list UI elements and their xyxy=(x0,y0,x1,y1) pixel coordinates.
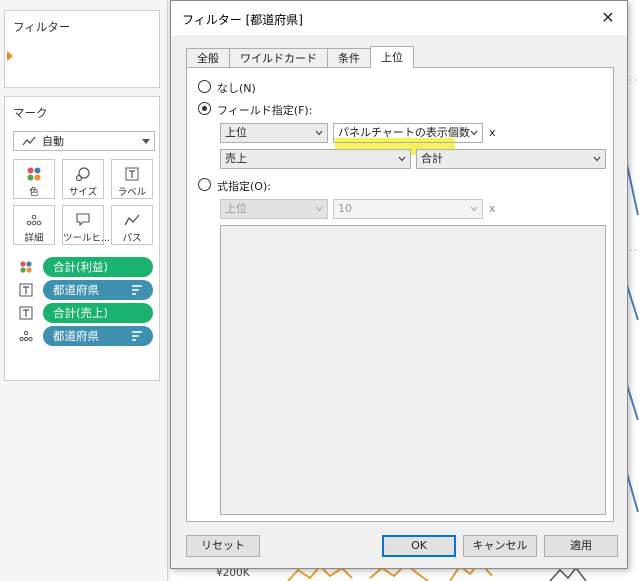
field-select[interactable]: 売上 xyxy=(220,149,411,169)
filters-shelf[interactable]: フィルター xyxy=(4,10,160,88)
formula-editor xyxy=(220,225,606,515)
chevron-down-icon xyxy=(593,156,601,162)
detail-icon xyxy=(19,330,33,342)
top-bottom-select[interactable]: 上位 xyxy=(220,123,328,143)
tooltip-icon xyxy=(76,213,90,227)
times-label: x xyxy=(489,126,496,139)
by-formula-radio-label: 式指定(O): xyxy=(217,180,271,193)
reset-button[interactable]: リセット xyxy=(186,535,260,557)
mark-type-dropdown[interactable]: 自動 xyxy=(13,131,155,151)
field-pill-prefecture[interactable]: 都道府県 xyxy=(43,280,153,300)
drop-indicator-icon xyxy=(7,51,13,61)
chevron-down-icon xyxy=(142,139,150,144)
field-pill-prefecture[interactable]: 都道府県 xyxy=(43,326,153,346)
tab-condition[interactable]: 条件 xyxy=(327,48,371,68)
by-field-radio[interactable] xyxy=(198,102,211,115)
label-icon xyxy=(125,167,139,181)
label-button[interactable]: ラベル xyxy=(111,159,153,199)
sort-icon xyxy=(132,285,142,295)
size-icon xyxy=(75,167,90,182)
tab-top[interactable]: 上位 xyxy=(370,46,414,68)
field-pill-sales-sum[interactable]: 合計(売上) xyxy=(43,303,153,323)
filters-shelf-title: フィルター xyxy=(13,20,71,34)
color-dots-icon xyxy=(20,261,32,273)
formula-count-select: 10 xyxy=(333,199,483,219)
detail-button-label: 詳細 xyxy=(24,233,44,244)
top-bottom-value: 上位 xyxy=(225,126,247,139)
none-radio-label: なし(N) xyxy=(217,82,256,95)
filter-dialog: フィルター [都道府県] ✕ 全般 ワイルドカード 条件 上位 なし(N) フィ… xyxy=(170,0,628,569)
marks-card: マーク 自動 色 サイズ ラベル 詳細 ツールヒ... パス 合計(利益) 都道… xyxy=(4,96,160,381)
count-select[interactable]: パネルチャートの表示個数 xyxy=(333,123,483,143)
by-field-radio-label: フィールド指定(F): xyxy=(217,104,313,117)
field-value: 売上 xyxy=(225,152,247,165)
left-sidebar: フィルター マーク 自動 色 サイズ ラベル 詳細 ツールヒ... パス 合計(… xyxy=(0,0,168,581)
size-button-label: サイズ xyxy=(68,187,98,198)
chevron-down-icon xyxy=(315,130,323,136)
none-radio[interactable] xyxy=(198,80,211,93)
tab-bar: 全般 ワイルドカード 条件 上位 xyxy=(186,46,414,68)
line-chart-icon xyxy=(22,136,36,146)
pill-label: 合計(売上) xyxy=(53,306,108,320)
formula-top-bottom-select: 上位 xyxy=(220,199,328,219)
pill-label: 都道府県 xyxy=(53,283,99,297)
pill-label: 都道府県 xyxy=(53,329,99,343)
detail-button[interactable]: 詳細 xyxy=(13,205,55,245)
mark-field-row: 合計(利益) xyxy=(13,257,159,277)
sort-icon xyxy=(132,331,142,341)
path-icon xyxy=(124,214,140,226)
tab-general[interactable]: 全般 xyxy=(186,48,230,68)
by-formula-radio[interactable] xyxy=(198,178,211,191)
formula-times-label: x xyxy=(489,202,496,215)
tooltip-button-label: ツールヒ... xyxy=(63,233,111,244)
dialog-titlebar: フィルター [都道府県] ✕ xyxy=(171,1,627,35)
size-button[interactable]: サイズ xyxy=(62,159,104,199)
color-button-label: 色 xyxy=(29,187,39,198)
color-dots-icon xyxy=(27,167,41,181)
field-pill-profit-sum[interactable]: 合計(利益) xyxy=(43,257,153,277)
formula-count-value: 10 xyxy=(338,202,352,215)
mark-field-row: 都道府県 xyxy=(13,280,159,300)
pill-label: 合計(利益) xyxy=(53,260,108,274)
tab-wildcard[interactable]: ワイルドカード xyxy=(229,48,328,68)
color-button[interactable]: 色 xyxy=(13,159,55,199)
formula-top-bottom-value: 上位 xyxy=(225,202,247,215)
marks-card-title: マーク xyxy=(13,106,48,120)
chevron-down-icon xyxy=(315,206,323,212)
mark-field-row: 都道府県 xyxy=(13,326,159,346)
mark-field-row: 合計(売上) xyxy=(13,303,159,323)
dialog-title: フィルター [都道府県] xyxy=(182,13,303,27)
label-button-label: ラベル xyxy=(117,187,147,198)
tooltip-button[interactable]: ツールヒ... xyxy=(62,205,111,245)
close-icon[interactable]: ✕ xyxy=(597,7,619,29)
label-icon xyxy=(19,306,33,320)
top-tab-panel: なし(N) フィールド指定(F): 上位 パネルチャートの表示個数 x 売上 合… xyxy=(186,67,614,522)
aggregation-select[interactable]: 合計 xyxy=(416,149,606,169)
count-value: パネルチャートの表示個数 xyxy=(338,126,470,139)
aggregation-value: 合計 xyxy=(421,152,443,165)
cancel-button[interactable]: キャンセル xyxy=(463,535,537,557)
path-button[interactable]: パス xyxy=(111,205,153,245)
label-icon xyxy=(19,283,33,297)
chevron-down-icon xyxy=(470,206,478,212)
mark-type-label: 自動 xyxy=(42,135,64,148)
path-button-label: パス xyxy=(122,233,142,244)
detail-icon xyxy=(26,214,42,226)
chevron-down-icon xyxy=(470,130,478,136)
ok-button[interactable]: OK xyxy=(382,535,456,557)
chevron-down-icon xyxy=(398,156,406,162)
apply-button[interactable]: 適用 xyxy=(544,535,618,557)
